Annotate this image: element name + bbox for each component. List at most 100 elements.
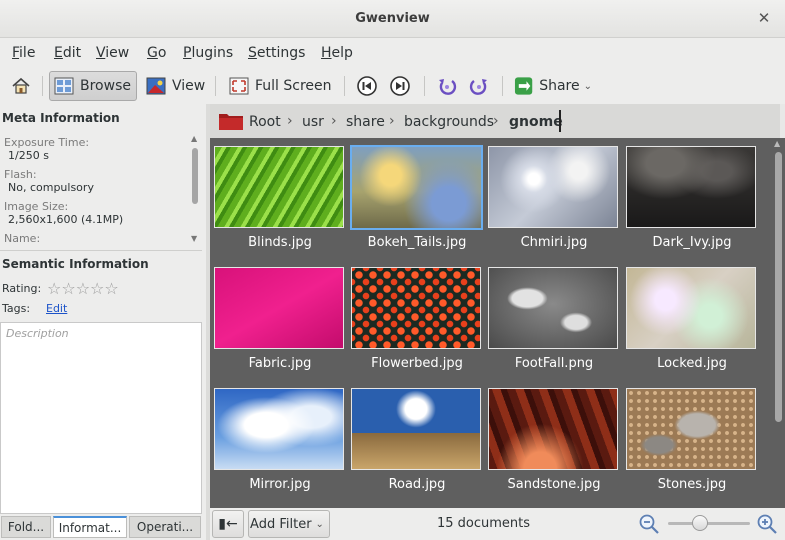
breadcrumb-share[interactable]: share: [346, 114, 385, 130]
thumbnail-caption: Flowerbed.jpg: [371, 356, 463, 371]
sidebar-toggle-icon: ▮←: [218, 516, 238, 532]
exposure-value: 1/250 s: [8, 149, 49, 162]
thumbnail-image[interactable]: [214, 267, 344, 349]
thumbnail-item[interactable]: Flowerbed.jpg: [349, 259, 481, 377]
fullscreen-icon: [229, 77, 249, 95]
view-button[interactable]: View: [142, 71, 208, 101]
tags-label: Tags:: [2, 302, 31, 315]
next-button[interactable]: [387, 71, 413, 101]
rotate-left-icon: [439, 79, 457, 95]
rotate-right-button[interactable]: [466, 71, 492, 101]
tab-folders[interactable]: Fold...: [1, 516, 51, 538]
rotate-right-icon: [469, 79, 487, 95]
window-title: Gwenview: [355, 11, 430, 26]
thumbnail-caption: Blinds.jpg: [248, 235, 312, 250]
description-placeholder: Description: [6, 327, 69, 340]
fullscreen-button[interactable]: Full Screen: [225, 71, 335, 101]
thumbnail-image[interactable]: [351, 267, 481, 349]
breadcrumb: Root › usr › share › backgrounds › gnome: [210, 104, 780, 138]
rating-label: Rating:: [2, 282, 42, 295]
browse-icon: [54, 77, 74, 95]
share-button[interactable]: Share ⌄: [512, 71, 592, 101]
thumbnail-grid: Blinds.jpg Bokeh_Tails.jpg Chmiri.jpg Da…: [210, 138, 772, 508]
thumbnail-caption: Chmiri.jpg: [520, 235, 588, 250]
menu-plugins[interactable]: Plugins: [183, 45, 233, 61]
breadcrumb-root[interactable]: Root: [249, 114, 281, 130]
thumbnail-caption: Stones.jpg: [657, 477, 727, 492]
thumbnail-item[interactable]: Road.jpg: [349, 380, 481, 498]
thumbnail-image[interactable]: [488, 146, 618, 228]
rotate-left-button[interactable]: [434, 71, 460, 101]
star-icon[interactable]: ☆: [47, 281, 61, 297]
thumbnail-image[interactable]: [488, 267, 618, 349]
thumbnail-caption: Fabric.jpg: [248, 356, 312, 371]
meta-scrollbar[interactable]: ▲ ▼: [190, 134, 200, 244]
menu-file[interactable]: File: [12, 45, 35, 61]
menu-go[interactable]: Go: [147, 45, 166, 61]
name-label: Name:: [4, 232, 41, 245]
zoom-slider-handle[interactable]: [692, 515, 708, 531]
text-cursor: [559, 110, 561, 132]
zoom-out-icon[interactable]: [638, 513, 660, 535]
thumbnail-item[interactable]: Locked.jpg: [624, 259, 756, 377]
menu-help[interactable]: Help: [321, 45, 353, 61]
thumbnail-item[interactable]: Sandstone.jpg: [486, 380, 618, 498]
star-icon[interactable]: ☆: [76, 281, 90, 297]
next-icon: [390, 76, 410, 96]
thumbnail-caption: Locked.jpg: [657, 356, 727, 371]
breadcrumb-separator-icon: ›: [493, 113, 499, 129]
breadcrumb-gnome[interactable]: gnome: [509, 114, 563, 130]
meta-information-title: Meta Information: [2, 111, 120, 125]
previous-icon: [357, 76, 377, 96]
thumbnail-image[interactable]: [626, 267, 756, 349]
close-icon[interactable]: ✕: [755, 9, 773, 27]
zoom-in-icon[interactable]: [756, 513, 778, 535]
thumbnail-image[interactable]: [626, 388, 756, 470]
folder-icon: [219, 114, 243, 130]
breadcrumb-separator-icon: ›: [331, 113, 337, 129]
thumbnail-item[interactable]: Stones.jpg: [624, 380, 756, 498]
star-icon[interactable]: ☆: [104, 281, 118, 297]
thumbnail-item[interactable]: Bokeh_Tails.jpg: [349, 138, 483, 256]
browse-button[interactable]: Browse: [49, 71, 137, 101]
chevron-down-icon: ⌄: [315, 518, 324, 530]
thumbnail-item[interactable]: Blinds.jpg: [212, 138, 344, 256]
thumbnail-image[interactable]: [488, 388, 618, 470]
thumbnail-item[interactable]: Fabric.jpg: [212, 259, 344, 377]
image-size-value: 2,560x1,600 (4.1MP): [8, 213, 124, 226]
star-icon[interactable]: ☆: [90, 281, 104, 297]
star-icon[interactable]: ☆: [61, 281, 75, 297]
menu-settings[interactable]: Settings: [248, 45, 305, 61]
tab-operations[interactable]: Operati...: [129, 516, 201, 538]
add-filter-button[interactable]: Add Filter ⌄: [248, 510, 330, 538]
thumbnail-image[interactable]: [214, 388, 344, 470]
flash-label: Flash:: [4, 168, 37, 181]
previous-button[interactable]: [354, 71, 380, 101]
toggle-sidebar-button[interactable]: ▮←: [212, 510, 244, 538]
tags-edit-link[interactable]: Edit: [46, 302, 67, 315]
rating-stars[interactable]: ☆ ☆ ☆ ☆ ☆: [47, 281, 119, 297]
thumbnail-image[interactable]: [626, 146, 756, 228]
description-field[interactable]: Description: [0, 322, 202, 514]
chevron-down-icon: ⌄: [583, 80, 592, 92]
menu-view[interactable]: View: [96, 45, 129, 61]
zoom-slider[interactable]: [668, 522, 750, 525]
thumbnail-image[interactable]: [351, 388, 481, 470]
breadcrumb-backgrounds[interactable]: backgrounds: [404, 114, 494, 130]
thumbnail-image[interactable]: [350, 145, 483, 230]
grid-scrollbar[interactable]: ▲: [772, 138, 785, 508]
thumbnail-item[interactable]: Mirror.jpg: [212, 380, 344, 498]
title-bar: Gwenview ✕: [0, 0, 785, 38]
menu-edit[interactable]: Edit: [54, 45, 81, 61]
document-count: 15 documents: [437, 516, 531, 531]
breadcrumb-separator-icon: ›: [389, 113, 395, 129]
thumbnail-item[interactable]: Chmiri.jpg: [486, 138, 618, 256]
breadcrumb-usr[interactable]: usr: [302, 114, 324, 130]
home-icon: [12, 77, 30, 94]
thumbnail-item[interactable]: Dark_Ivy.jpg: [624, 138, 756, 256]
home-button[interactable]: [6, 71, 36, 101]
thumbnail-item[interactable]: FootFall.png: [486, 259, 618, 377]
tab-information[interactable]: Informat...: [53, 516, 127, 538]
thumbnail-image[interactable]: [214, 146, 344, 228]
status-bar: ▮← Add Filter ⌄ 15 documents: [210, 508, 785, 540]
